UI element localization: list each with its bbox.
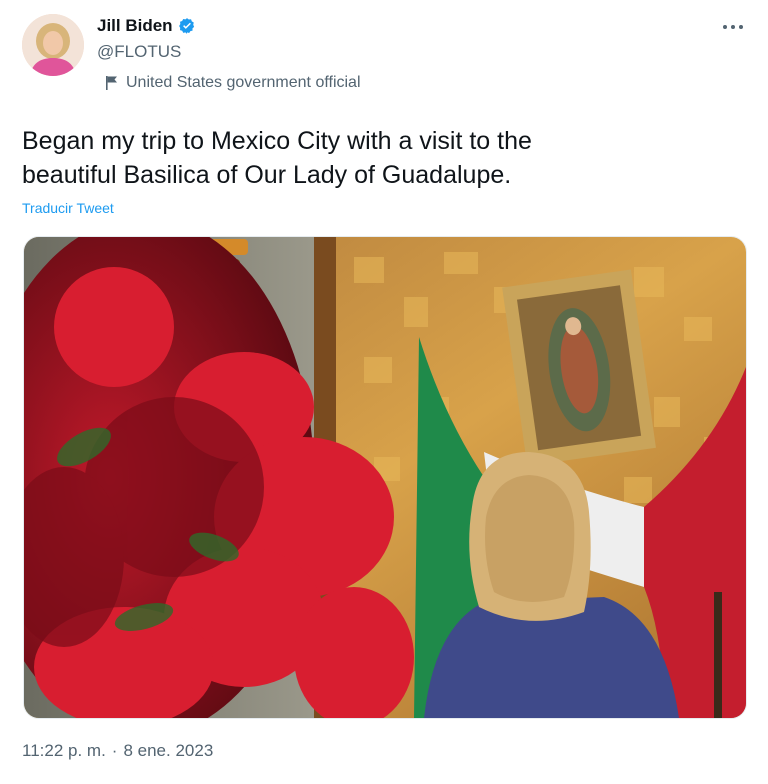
- tweet-timestamp[interactable]: 11:22 p. m. · 8 ene. 2023: [22, 741, 213, 761]
- tweet-time[interactable]: 11:22 p. m.: [22, 741, 106, 761]
- more-options-button[interactable]: [720, 14, 746, 40]
- tweet-text: Began my trip to Mexico City with a visi…: [22, 124, 722, 192]
- more-horizontal-icon: [723, 25, 743, 29]
- translate-tweet-link[interactable]: Traducir Tweet: [22, 200, 114, 216]
- tweet-photo[interactable]: [23, 236, 747, 719]
- avatar[interactable]: [22, 14, 84, 76]
- verified-badge-icon: [178, 18, 194, 34]
- tweet-date[interactable]: 8 ene. 2023: [123, 741, 213, 761]
- tweet-text-line-1: Began my trip to Mexico City with a visi…: [22, 127, 532, 155]
- tweet-text-line-2: beautiful Basilica of Our Lady of Guadal…: [22, 161, 512, 189]
- timestamp-separator: ·: [111, 741, 118, 760]
- government-label: United States government official: [105, 74, 361, 92]
- author-handle[interactable]: @FLOTUS: [97, 42, 181, 62]
- author-display-name[interactable]: Jill Biden: [97, 16, 173, 36]
- government-label-text: United States government official: [126, 74, 361, 91]
- author-name-row[interactable]: Jill Biden: [97, 16, 196, 36]
- tweet-card[interactable]: Jill Biden @FLOTUS United States governm…: [0, 0, 768, 784]
- flag-icon: [106, 76, 117, 90]
